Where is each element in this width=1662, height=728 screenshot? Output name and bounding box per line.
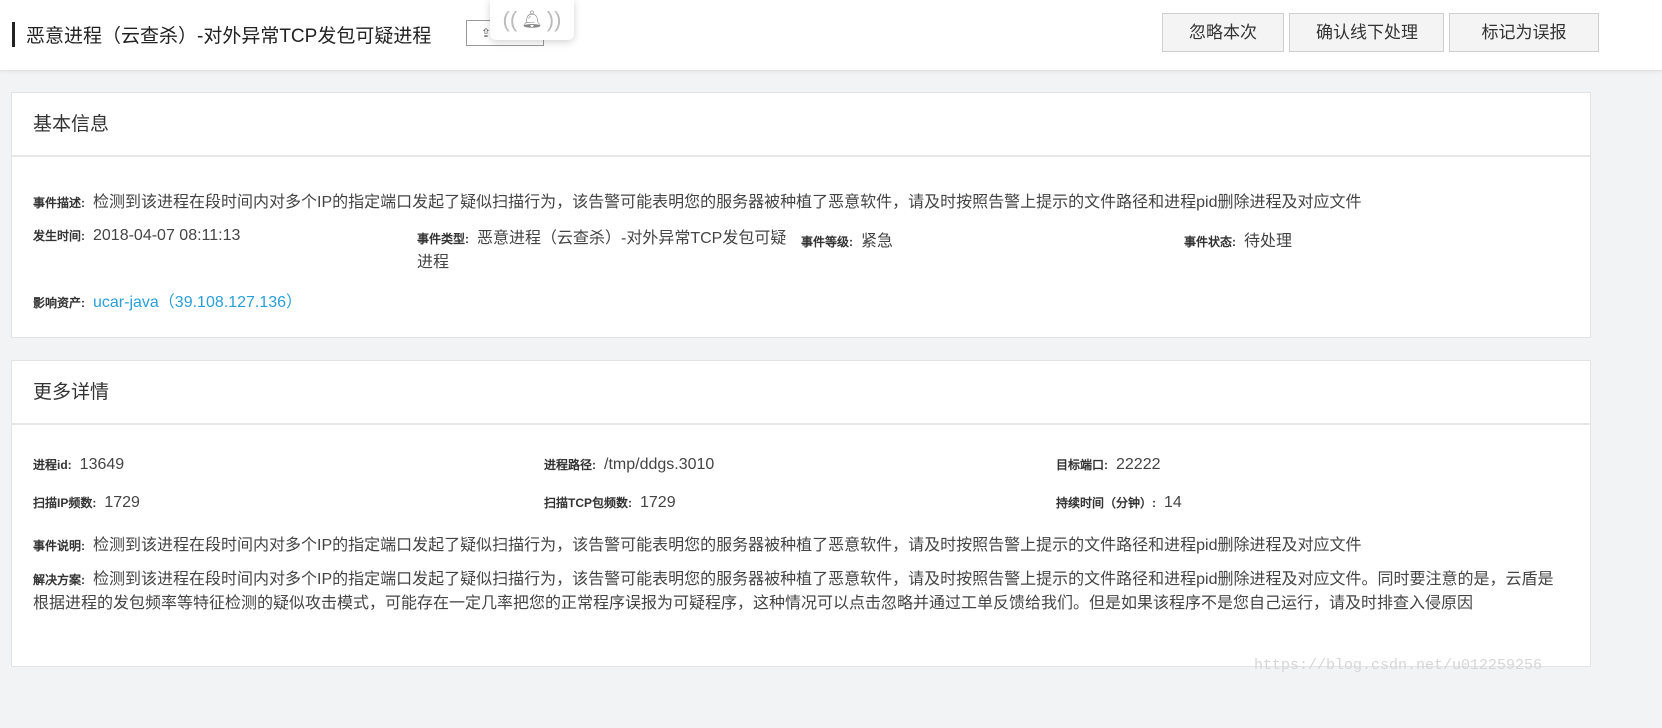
scan-ip-frequency: 扫描IP频数: 1729 <box>33 494 140 512</box>
target-port-value: 22222 <box>1116 456 1161 473</box>
event-description-label: 事件描述: <box>33 196 85 210</box>
watermark: https://blog.csdn.net/u012259256 <box>1254 657 1543 674</box>
event-type-value: 恶意进程（云查杀）-对外异常TCP发包可疑进程 <box>417 230 787 271</box>
target-port-label: 目标端口: <box>1056 458 1108 472</box>
occur-time-label: 发生时间: <box>33 229 85 243</box>
scan-ip-frequency-label: 扫描IP频数: <box>33 496 97 510</box>
event-description: 事件描述: 检测到该进程在段时间内对多个IP的指定端口发起了疑似扫描行为，该告警可… <box>33 188 1361 212</box>
process-id: 进程id: 13649 <box>33 456 124 474</box>
scan-tcp-frequency-value: 1729 <box>640 494 676 511</box>
event-explanation-value: 检测到该进程在段时间内对多个IP的指定端口发起了疑似扫描行为，该告警可能表明您的… <box>93 537 1362 554</box>
occur-time-value: 2018-04-07 08:11:13 <box>93 227 241 244</box>
event-explanation: 事件说明: 检测到该进程在段时间内对多个IP的指定端口发起了疑似扫描行为，该告警可… <box>33 531 1361 555</box>
event-description-value: 检测到该进程在段时间内对多个IP的指定端口发起了疑似扫描行为，该告警可能表明您的… <box>93 194 1362 211</box>
basic-info-heading: 基本信息 <box>12 93 1590 157</box>
occur-time: 发生时间: 2018-04-07 08:11:13 <box>33 227 240 245</box>
scan-ip-frequency-value: 1729 <box>104 494 140 511</box>
solution-label: 解决方案: <box>33 573 85 587</box>
confirm-offline-button[interactable]: 确认线下处理 <box>1289 13 1444 52</box>
event-status-label: 事件状态: <box>1184 235 1236 249</box>
notification-popover[interactable]: (( 🔔︎ )) <box>490 0 574 40</box>
event-type-label: 事件类型: <box>417 232 469 246</box>
scan-tcp-frequency-label: 扫描TCP包频数: <box>544 496 632 510</box>
solution-value: 检测到该进程在段时间内对多个IP的指定端口发起了疑似扫描行为，该告警可能表明您的… <box>33 571 1554 612</box>
affected-asset: 影响资产: ucar-java（39.108.127.136） <box>33 288 302 312</box>
page-header: 恶意进程（云查杀）-对外异常TCP发包可疑进程 ⇪ (( 🔔︎ )) 忽略本次 … <box>0 0 1662 71</box>
event-level-value: 紧急 <box>861 233 894 250</box>
bell-icon: 🔔︎ <box>521 10 543 29</box>
signal-left-icon: (( <box>502 7 518 32</box>
ignore-button[interactable]: 忽略本次 <box>1162 13 1284 52</box>
process-path-label: 进程路径: <box>544 458 596 472</box>
duration-minutes-label: 持续时间（分钟）: <box>1056 496 1156 510</box>
solution: 解决方案: 检测到该进程在段时间内对多个IP的指定端口发起了疑似扫描行为，该告警可… <box>33 568 1568 615</box>
process-id-value: 13649 <box>79 456 125 473</box>
duration-minutes: 持续时间（分钟）: 14 <box>1056 494 1182 512</box>
scan-tcp-frequency: 扫描TCP包频数: 1729 <box>544 494 676 512</box>
affected-asset-link[interactable]: ucar-java（39.108.127.136） <box>93 294 302 311</box>
duration-minutes-value: 14 <box>1164 494 1182 511</box>
more-details-panel: 更多详情 进程id: 13649 进程路径: /tmp/ddgs.3010 目标端口… <box>11 360 1591 667</box>
event-status: 事件状态: 待处理 <box>1184 227 1292 251</box>
process-path: 进程路径: /tmp/ddgs.3010 <box>544 456 714 474</box>
event-status-value: 待处理 <box>1244 233 1293 250</box>
signal-right-icon: )) <box>546 7 562 32</box>
page-title: 恶意进程（云查杀）-对外异常TCP发包可疑进程 <box>26 26 432 47</box>
more-details-heading: 更多详情 <box>12 361 1590 425</box>
event-level-label: 事件等级: <box>801 235 853 249</box>
title-accent-bar <box>12 22 15 47</box>
affected-asset-label: 影响资产: <box>33 296 85 310</box>
basic-info-panel: 基本信息 事件描述: 检测到该进程在段时间内对多个IP的指定端口发起了疑似扫描行为… <box>11 92 1591 338</box>
target-port: 目标端口: 22222 <box>1056 456 1161 474</box>
mark-false-positive-button[interactable]: 标记为误报 <box>1449 13 1599 52</box>
event-type: 事件类型: 恶意进程（云查杀）-对外异常TCP发包可疑进程 <box>417 227 795 274</box>
event-level: 事件等级: 紧急 <box>801 227 893 251</box>
process-id-label: 进程id: <box>33 458 72 472</box>
process-path-value: /tmp/ddgs.3010 <box>604 456 715 473</box>
event-explanation-label: 事件说明: <box>33 539 85 553</box>
